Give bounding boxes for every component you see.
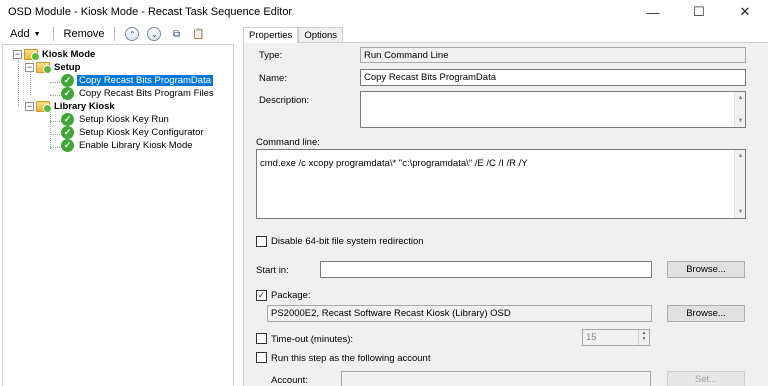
- tab-properties[interactable]: Properties: [243, 27, 299, 43]
- type-label: Type:: [259, 50, 283, 61]
- timeout-label: Time-out (minutes):: [271, 334, 353, 345]
- run-as-account-checkbox[interactable]: [256, 352, 267, 363]
- tree-node-setup[interactable]: − Setup: [25, 61, 82, 74]
- tree-node-label: Copy Recast Bits ProgramData: [77, 75, 213, 86]
- name-field[interactable]: Copy Recast Bits ProgramData: [360, 69, 746, 86]
- collapse-icon[interactable]: −: [25, 102, 34, 111]
- description-label: Description:: [259, 95, 310, 106]
- add-button[interactable]: Add: [8, 26, 32, 42]
- tree-connector: [18, 57, 19, 107]
- minimize-button[interactable]: —: [630, 0, 676, 24]
- scroll-down-icon[interactable]: ▼: [735, 207, 745, 217]
- folder-icon: [36, 101, 52, 113]
- folder-icon: [36, 62, 52, 74]
- tree-node-label: Enable Library Kiosk Mode: [79, 140, 193, 151]
- start-in-field[interactable]: [320, 261, 652, 278]
- command-line-label: Command line:: [256, 137, 320, 148]
- account-field: [341, 371, 651, 386]
- tree-node-label: Setup Kiosk Key Run: [79, 114, 169, 125]
- check-icon: ✓: [61, 113, 74, 126]
- title-bar: OSD Module - Kiosk Mode - Recast Task Se…: [0, 0, 768, 24]
- check-icon: ✓: [61, 74, 74, 87]
- move-up-icon[interactable]: ⌃: [125, 27, 140, 41]
- tree-node-label: Copy Recast Bits Program Files: [79, 88, 214, 99]
- check-icon: ✓: [61, 87, 74, 100]
- timeout-checkbox[interactable]: [256, 333, 267, 344]
- tree-node-enable-library-kiosk[interactable]: ✓ Enable Library Kiosk Mode: [61, 139, 195, 152]
- account-set-button: Set...: [667, 371, 745, 386]
- check-icon: ✓: [61, 126, 74, 139]
- check-icon: ✓: [61, 139, 74, 152]
- tab-options[interactable]: Options: [298, 27, 344, 43]
- chevron-down-icon[interactable]: ▼: [34, 31, 41, 38]
- name-label: Name:: [259, 73, 287, 84]
- command-line-scrollbar[interactable]: ▲ ▼: [734, 150, 745, 218]
- tab-strip: Properties Options: [243, 27, 344, 43]
- timeout-stepper: 15 ▲ ▼: [582, 329, 650, 346]
- tree-node-setup-kiosk-key-configurator[interactable]: ✓ Setup Kiosk Key Configurator: [61, 126, 206, 139]
- folder-icon: [24, 49, 40, 61]
- start-in-browse-button[interactable]: Browse...: [667, 261, 745, 278]
- account-label: Account:: [271, 375, 308, 386]
- toolbar-divider: [52, 27, 54, 41]
- collapse-icon[interactable]: −: [13, 50, 22, 59]
- scroll-up-icon[interactable]: ▲: [735, 93, 745, 103]
- window-title: OSD Module - Kiosk Mode - Recast Task Se…: [8, 6, 293, 18]
- remove-button[interactable]: Remove: [62, 26, 107, 42]
- description-scrollbar[interactable]: ▲ ▼: [734, 92, 745, 127]
- description-field[interactable]: ▲ ▼: [360, 91, 746, 128]
- package-checkbox[interactable]: ✓: [256, 290, 267, 301]
- tree-node-copy-programdata[interactable]: ✓ Copy Recast Bits ProgramData: [61, 74, 213, 87]
- tree-node-setup-kiosk-key-run[interactable]: ✓ Setup Kiosk Key Run: [61, 113, 171, 126]
- scroll-down-icon[interactable]: ▼: [735, 116, 745, 126]
- package-label: Package:: [271, 290, 311, 301]
- disable-64bit-checkbox[interactable]: [256, 236, 267, 247]
- timeout-value: 15: [586, 332, 597, 343]
- tree-node-library-kiosk[interactable]: − Library Kiosk: [25, 100, 117, 113]
- tree-connector: [50, 109, 51, 149]
- tree-node-label: Setup Kiosk Key Configurator: [79, 127, 204, 138]
- toolbar: Add ▼ Remove ⌃ ⌄ ⧉ 📋: [0, 24, 235, 44]
- properties-panel: Type: Run Command Line Name: Copy Recast…: [243, 42, 768, 386]
- close-button[interactable]: ✕: [722, 0, 768, 24]
- start-in-label: Start in:: [256, 265, 289, 276]
- copy-icon[interactable]: ⧉: [169, 27, 183, 41]
- move-down-icon[interactable]: ⌄: [147, 27, 162, 41]
- command-line-text: cmd.exe /c xcopy programdata\* "c:\progr…: [260, 158, 528, 169]
- type-field: Run Command Line: [360, 47, 746, 63]
- package-field: PS2000E2, Recast Software Recast Kiosk (…: [267, 305, 652, 322]
- collapse-icon[interactable]: −: [25, 63, 34, 72]
- disable-64bit-label: Disable 64-bit file system redirection: [271, 236, 424, 247]
- stepper-arrows-icon: ▲ ▼: [638, 330, 649, 345]
- tree-node-copy-program-files[interactable]: ✓ Copy Recast Bits Program Files: [61, 87, 216, 100]
- tree-node-label: Library Kiosk: [54, 101, 115, 112]
- paste-icon[interactable]: 📋: [191, 27, 205, 41]
- tree-node-kiosk-mode[interactable]: − Kiosk Mode: [13, 48, 97, 61]
- tree-node-label: Setup: [54, 62, 81, 73]
- run-as-account-label: Run this step as the following account: [271, 353, 431, 364]
- package-browse-button[interactable]: Browse...: [667, 305, 745, 322]
- tree-node-label: Kiosk Mode: [42, 49, 96, 60]
- maximize-button[interactable]: ☐: [676, 0, 722, 24]
- task-sequence-tree[interactable]: − Kiosk Mode − Setup ✓ Copy Recast Bits …: [2, 44, 234, 386]
- scroll-up-icon[interactable]: ▲: [735, 151, 745, 161]
- command-line-field[interactable]: cmd.exe /c xcopy programdata\* "c:\progr…: [256, 149, 746, 219]
- toolbar-divider: [114, 27, 116, 41]
